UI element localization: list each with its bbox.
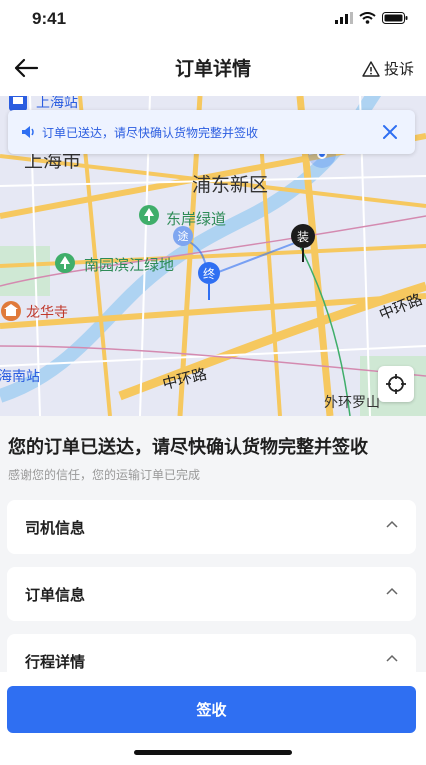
map-label-outer-ring: 外环罗山 bbox=[324, 395, 380, 411]
status-time: 9:41 bbox=[32, 9, 67, 28]
temple-icon bbox=[1, 301, 21, 321]
status-bar: 9:41 bbox=[0, 0, 426, 40]
bottom-action-bar: 签收 bbox=[0, 672, 426, 765]
home-indicator bbox=[134, 750, 292, 755]
section-title: 司机信息 bbox=[25, 519, 86, 537]
nav-bar: 订单详情 投诉 bbox=[0, 40, 426, 96]
chevron-up-icon bbox=[386, 654, 398, 662]
crosshair-icon bbox=[386, 374, 406, 394]
chevron-up-icon bbox=[386, 520, 398, 528]
park-icon bbox=[55, 253, 75, 273]
close-icon bbox=[383, 125, 397, 139]
waypoint-marker[interactable]: 途 bbox=[173, 226, 193, 246]
speaker-icon bbox=[22, 126, 34, 138]
battery-icon bbox=[382, 12, 408, 24]
map-label-longhua-temple: 龙华寺 bbox=[26, 305, 68, 321]
load-marker-pin bbox=[302, 248, 304, 262]
load-marker[interactable]: 装 bbox=[291, 224, 315, 248]
park-icon bbox=[139, 205, 159, 225]
map-label-pudong: 浦东新区 bbox=[192, 174, 269, 196]
map-label-south-station: 海南站 bbox=[0, 369, 40, 385]
section-title: 行程详情 bbox=[25, 653, 86, 671]
map-label-nanyuan-greenland: 南园滨江绿地 bbox=[84, 256, 175, 274]
section-title: 订单信息 bbox=[25, 586, 86, 604]
map-label-east-bank-greenway: 东岸绿道 bbox=[166, 210, 227, 228]
chevron-up-icon bbox=[386, 587, 398, 595]
notice-banner: 订单已送达，请尽快确认货物完整并签收 bbox=[8, 110, 415, 154]
complain-button[interactable]: 投诉 bbox=[362, 58, 414, 79]
warning-icon bbox=[362, 60, 380, 77]
sign-button[interactable]: 签收 bbox=[7, 686, 416, 733]
complain-label: 投诉 bbox=[383, 60, 414, 78]
banner-text: 订单已送达，请尽快确认货物完整并签收 bbox=[42, 126, 259, 140]
wifi-icon bbox=[359, 12, 376, 24]
section-driver-info[interactable]: 司机信息 bbox=[7, 500, 416, 554]
end-marker[interactable]: 终 bbox=[198, 262, 220, 284]
signal-icon bbox=[335, 12, 353, 24]
delivery-subline: 感谢您的信任，您的运输订单已完成 bbox=[8, 468, 201, 482]
section-order-info[interactable]: 订单信息 bbox=[7, 567, 416, 621]
end-marker-pin bbox=[208, 284, 210, 300]
locate-button[interactable] bbox=[378, 366, 414, 402]
delivery-headline: 您的订单已送达，请尽快确认货物完整并签收 bbox=[8, 437, 368, 458]
status-icons bbox=[335, 12, 408, 24]
banner-close-button[interactable] bbox=[379, 121, 401, 143]
